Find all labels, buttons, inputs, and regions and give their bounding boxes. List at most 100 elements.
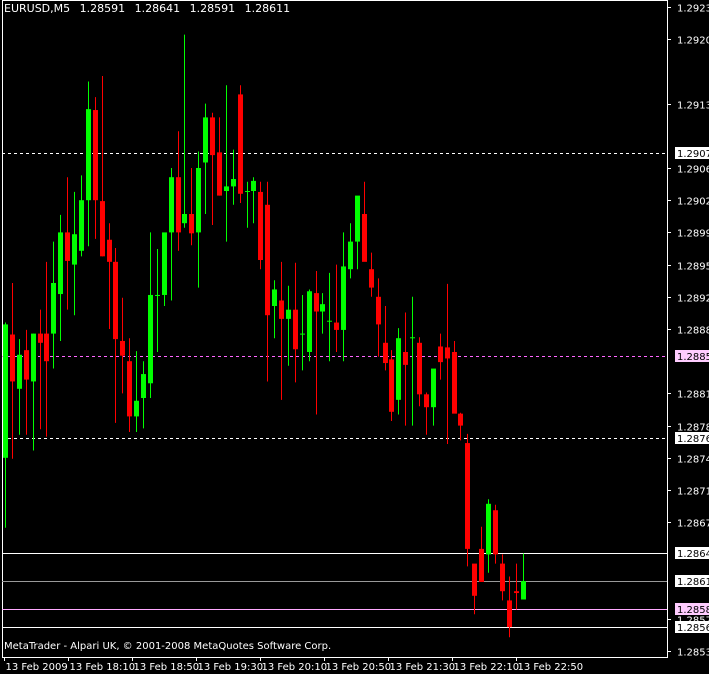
x-tick-label: 13 Feb 18:50 [134, 662, 200, 673]
level-price-label: 1.29076 [677, 149, 709, 160]
candle-body [396, 338, 401, 400]
candle-body [169, 177, 174, 233]
candle-body [93, 110, 98, 201]
candle-body [521, 581, 526, 600]
low-price: 1.28591 [189, 2, 236, 15]
candle-body [17, 354, 22, 389]
level-price-label: 1.28611 [677, 577, 709, 588]
candle-body [265, 204, 270, 316]
candle-body [189, 214, 194, 234]
candle-body [479, 548, 484, 582]
y-tick-label: 1.29060 [677, 165, 709, 176]
chart-window[interactable]: 1.29235 1.29200 1.29130 1.29060 1.29025 1.289… [0, 0, 709, 674]
y-tick-label: 1.28780 [677, 423, 709, 434]
candle-body [307, 291, 312, 352]
level-price-label: 1.28766 [677, 434, 709, 445]
candle-body [141, 374, 146, 398]
candle-body [362, 214, 367, 262]
candle-body [238, 94, 243, 194]
y-tick-label: 1.29200 [677, 36, 709, 47]
candle-body [493, 510, 498, 555]
y-tick-label: 1.28955 [677, 262, 709, 273]
candle-body [410, 337, 415, 339]
y-tick-label: 1.28745 [677, 455, 709, 466]
candle-body [314, 293, 319, 312]
chart-header: EURUSD,M5 1.28591 1.28641 1.28591 1.2861… [4, 2, 296, 15]
level-price-label: 1.28641 [677, 549, 709, 560]
candle-body [24, 350, 29, 380]
candle-body [10, 334, 15, 382]
candle-body [445, 347, 450, 359]
open-price: 1.28591 [79, 2, 126, 15]
x-tick-label: 13 Feb 20:50 [326, 662, 392, 673]
level-price-label: 1.28856 [677, 352, 709, 363]
x-tick-label: 13 Feb 19:30 [198, 662, 264, 673]
y-tick-label: 1.28535 [677, 648, 709, 659]
candle-body [452, 352, 457, 414]
candle-body [224, 186, 229, 191]
candle-body [403, 352, 408, 365]
y-tick-label: 1.28675 [677, 519, 709, 530]
y-tick-label: 1.29235 [677, 4, 709, 15]
high-price: 1.28641 [134, 2, 181, 15]
x-tick-label: 13 Feb 22:50 [518, 662, 584, 673]
candle-body [500, 563, 505, 592]
candle-body [31, 333, 36, 382]
candle-body [176, 177, 181, 233]
candle-body [134, 400, 139, 417]
candle-body [3, 324, 8, 458]
candle-body [507, 600, 512, 628]
candle-body [334, 322, 339, 330]
candle-body [514, 591, 519, 594]
y-tick-label: 1.28990 [677, 229, 709, 240]
candle-body [79, 200, 84, 251]
candle-body [348, 241, 353, 270]
level-price-label: 1.28581 [677, 605, 709, 616]
candle-body [327, 320, 332, 322]
candle-body [127, 361, 132, 417]
close-price: 1.28611 [244, 2, 291, 15]
candle-body [431, 368, 436, 408]
symbol-label: EURUSD,M5 [4, 2, 71, 15]
candle-body [245, 191, 250, 192]
candle-body [389, 359, 394, 412]
candle-body [58, 232, 63, 295]
candle-body [162, 232, 167, 295]
candle-body [458, 413, 463, 426]
candle-body [196, 168, 201, 233]
x-tick-label: 13 Feb 21:30 [390, 662, 456, 673]
candle-body [182, 214, 187, 224]
candle-body [279, 300, 284, 319]
candle-body [472, 563, 477, 596]
candle-body [293, 309, 298, 350]
candle-body [486, 503, 491, 555]
candle-body [320, 304, 325, 312]
candle-body [38, 333, 43, 343]
x-tick-label: 13 Feb 2009 [6, 662, 68, 673]
y-tick-label: 1.29130 [677, 101, 709, 112]
candle-body [113, 261, 118, 340]
candle-body [258, 191, 263, 260]
candle-body [286, 309, 291, 319]
candle-body [272, 289, 277, 306]
candle-body [203, 117, 208, 163]
y-tick-label: 1.28885 [677, 326, 709, 337]
candle-body [65, 232, 70, 261]
x-tick-label: 13 Feb 22:10 [454, 662, 520, 673]
level-price-label: 1.28561 [677, 623, 709, 634]
candle-body [86, 109, 91, 201]
candle-body [417, 342, 422, 395]
candle-body [341, 266, 346, 330]
candle-body [355, 195, 360, 242]
candle-body [424, 394, 429, 408]
candle-body [155, 294, 160, 296]
x-tick-label: 13 Feb 18:10 [70, 662, 136, 673]
y-tick-label: 1.28920 [677, 294, 709, 305]
y-tick-label: 1.28815 [677, 390, 709, 401]
candle-body [217, 152, 222, 196]
price-chart[interactable]: 1.29235 1.29200 1.29130 1.29060 1.29025 1.289… [0, 0, 709, 674]
candle-body [51, 283, 56, 334]
candle-body [100, 201, 105, 257]
candle-body [72, 234, 77, 265]
candle-body [120, 340, 125, 356]
